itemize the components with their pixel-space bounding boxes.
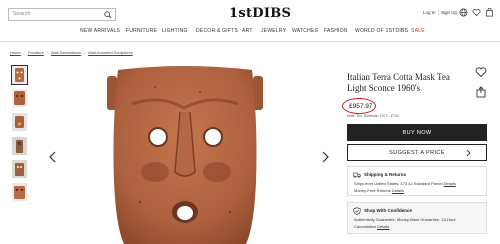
buy-now-label: BUY NOW [402, 129, 432, 136]
site-logo[interactable]: 1stDIBS [229, 6, 291, 21]
breadcrumb-wall-mounted-sculptures[interactable]: Wall-mounted Sculptures [88, 50, 133, 55]
confidence-line-1: Authenticity Guarantee, Money-Back Guara… [354, 217, 456, 222]
globe-icon[interactable] [459, 8, 468, 17]
shopping-bag-icon[interactable] [485, 8, 494, 17]
nav-fashion[interactable]: FASHION [324, 28, 348, 34]
nav-new-arrivals[interactable]: NEW ARRIVALS [80, 28, 120, 34]
search-input[interactable]: Search [8, 8, 116, 21]
suggest-price-label: SUGGEST A PRICE [389, 149, 445, 156]
shipping-returns-box: Shipping & Returns Ships from United Sta… [347, 166, 487, 196]
product-price: £957.97 [349, 103, 373, 110]
nav-sale[interactable]: SALE [411, 28, 425, 34]
header-divider [0, 41, 500, 42]
product-main-image[interactable] [60, 62, 310, 244]
signup-link[interactable]: Sign Up [441, 10, 457, 15]
suggest-price-button[interactable]: SUGGEST A PRICE [347, 144, 487, 161]
breadcrumb-furniture[interactable]: Furniture [28, 50, 44, 55]
confidence-details-link[interactable]: Details [377, 224, 389, 229]
breadcrumb-wall-decorations[interactable]: Wall Decorations [51, 50, 81, 55]
login-link[interactable]: Log In [423, 10, 436, 15]
breadcrumb-home[interactable]: Home [10, 50, 21, 55]
nav-jewelry[interactable]: JEWELRY [261, 28, 286, 34]
shipping-title: Shipping & Returns [364, 172, 406, 177]
breadcrumb: Home / Furniture / Wall Decorations / Wall-mou… [10, 50, 133, 55]
thumbnail-2[interactable] [12, 89, 27, 107]
thumbnail-4[interactable] [12, 137, 27, 155]
truck-icon [353, 172, 361, 178]
cancellation-text: Cancellation [354, 224, 377, 229]
buy-now-button[interactable]: BUY NOW [347, 124, 487, 141]
price-estimate-note: Note: Est. Estimate: £372 - £744 [347, 114, 399, 118]
next-image-arrow-icon[interactable] [320, 151, 330, 163]
thumbnail-3[interactable] [12, 113, 27, 131]
favorites-heart-icon[interactable] [472, 8, 481, 17]
shipping-cost-text: Ships from United States: £73.42 Standar… [354, 181, 443, 186]
shop-with-confidence-box: Shop With Confidence Authenticity Guaran… [347, 202, 487, 234]
thumbnail-5[interactable] [12, 160, 27, 178]
previous-image-arrow-icon[interactable] [48, 151, 58, 163]
nav-decor-gifts[interactable]: DECOR & GIFTS [196, 28, 238, 34]
chevron-right-icon [466, 149, 471, 157]
confidence-title: Shop With Confidence [364, 208, 412, 213]
shipping-line-2: Money-Free Returns Details [354, 188, 404, 193]
shipping-line-1: Ships from United States: £73.42 Standar… [354, 181, 456, 186]
search-placeholder: Search [13, 11, 31, 17]
confidence-line-2: Cancellation Details [354, 224, 389, 229]
returns-text: Money-Free Returns [354, 188, 391, 193]
share-icon[interactable] [475, 86, 487, 98]
nav-world-of-1stdibs[interactable]: WORLD OF 1STDIBS [355, 28, 408, 34]
util-separator: | [438, 10, 440, 15]
returns-details-link[interactable]: Details [392, 188, 404, 193]
thumbnail-6[interactable] [12, 183, 27, 201]
search-icon[interactable] [104, 11, 112, 19]
product-title: Italian Terra Cotta Mask Tea Light Sconc… [347, 72, 450, 93]
site-header: Search 1stDIBS Log In | Sign Up NEW ARRI… [0, 0, 500, 38]
shield-icon [353, 207, 361, 215]
nav-watches[interactable]: WATCHES [292, 28, 318, 34]
shipping-details-link[interactable]: Details [444, 181, 456, 186]
main-nav: NEW ARRIVALS FURNITURE LIGHTING DECOR & … [0, 28, 500, 38]
thumbnail-1[interactable] [11, 65, 28, 85]
nav-art[interactable]: ART [242, 28, 253, 34]
nav-furniture[interactable]: FURNITURE [126, 28, 157, 34]
favorite-heart-icon[interactable] [475, 66, 487, 78]
nav-lighting[interactable]: LIGHTING [162, 28, 188, 34]
